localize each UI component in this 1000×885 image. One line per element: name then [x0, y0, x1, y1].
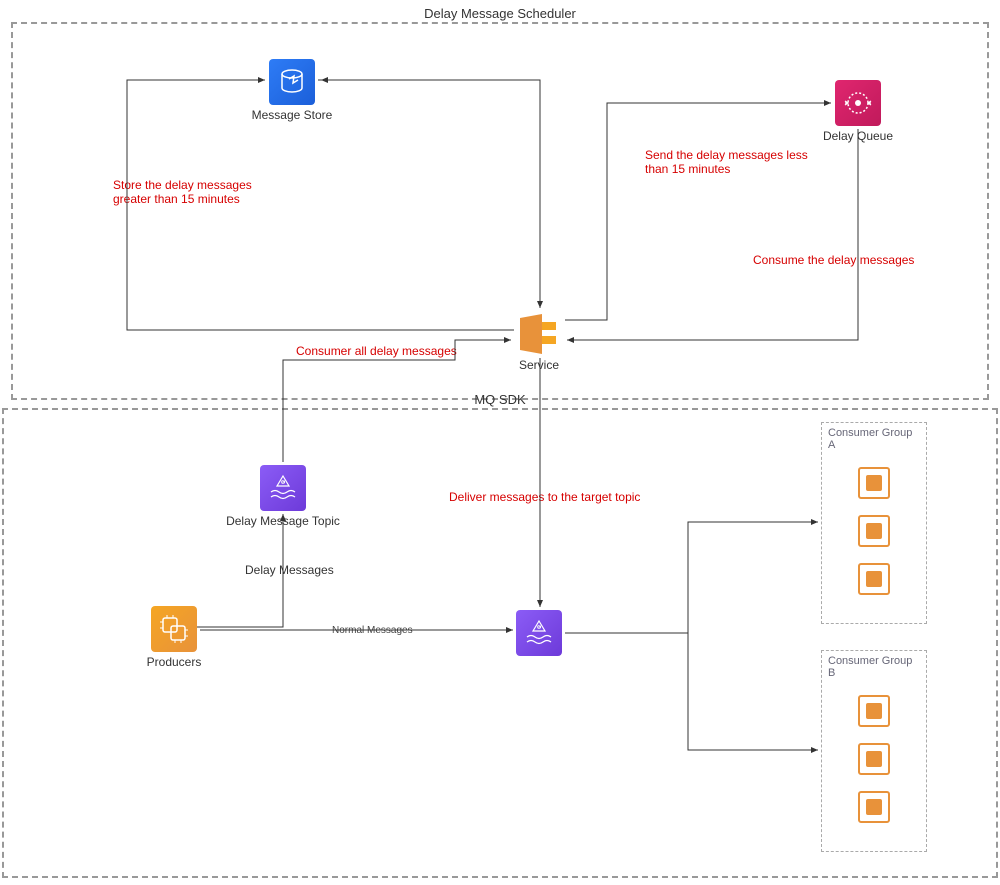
delay-queue-label: Delay Queue [798, 129, 918, 143]
cpu-icon [858, 791, 890, 823]
mq-sdk-title: MQ SDK [4, 392, 996, 407]
scheduler-title: Delay Message Scheduler [13, 6, 987, 21]
service-icon [514, 312, 564, 356]
message-store-icon [269, 59, 315, 105]
consume-dq-label: Consume the delay messages [753, 253, 963, 267]
consume-all-label: Consumer all delay messages [296, 344, 506, 358]
message-store-label: Message Store [232, 108, 352, 122]
cpu-icon [858, 467, 890, 499]
delay-topic-label: Delay Message Topic [223, 514, 343, 528]
service-label: Service [479, 358, 599, 372]
deliver-label: Deliver messages to the target topic [449, 490, 679, 504]
cpu-icon [858, 515, 890, 547]
send-lt15-label: Send the delay messages less than 15 min… [645, 148, 825, 176]
cpu-icon [858, 743, 890, 775]
consumer-group-b: Consumer Group B [821, 650, 927, 852]
delay-queue-icon [835, 80, 881, 126]
cpu-icon [858, 695, 890, 727]
target-topic-icon: K [516, 610, 562, 656]
delay-topic-icon: K [260, 465, 306, 511]
producers-icon [151, 606, 197, 652]
cpu-icon [858, 563, 890, 595]
delay-msgs-label: Delay Messages [245, 563, 334, 577]
producers-label: Producers [114, 655, 234, 669]
consumer-group-a: Consumer Group A [821, 422, 927, 624]
normal-msgs-label: Normal Messages [332, 625, 413, 636]
consumer-group-a-label: Consumer Group A [822, 423, 926, 455]
consumer-group-b-label: Consumer Group B [822, 651, 926, 683]
store-gt15-label: Store the delay messages greater than 15… [113, 178, 293, 206]
